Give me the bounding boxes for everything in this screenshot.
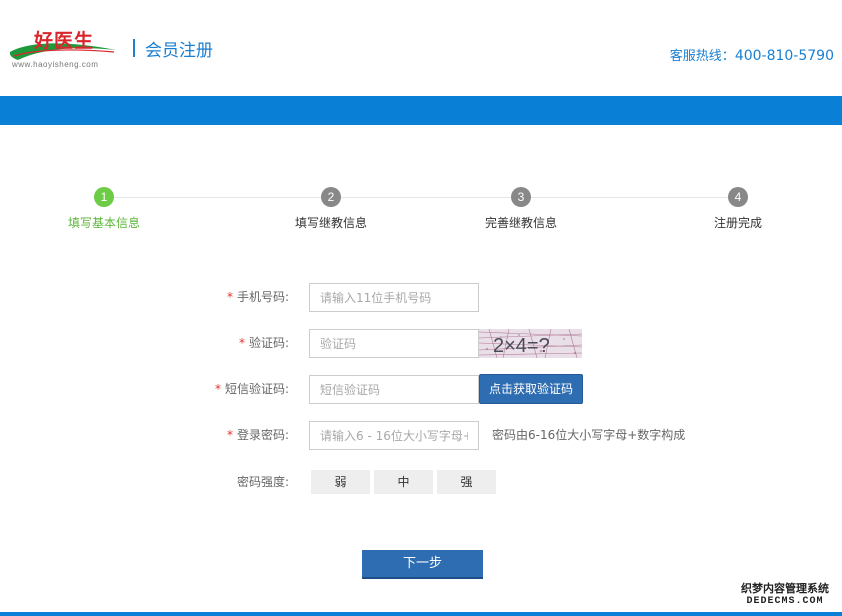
step-1: 1 填写基本信息 bbox=[44, 187, 164, 231]
hotline: 客服热线：400-810-5790 bbox=[670, 45, 834, 64]
sms-label: * 短信验证码: bbox=[214, 382, 289, 396]
captcha-image[interactable]: 2×4=? bbox=[479, 329, 582, 358]
phone-label: * 手机号码: bbox=[226, 290, 289, 304]
page-title: 会员注册 bbox=[145, 41, 213, 61]
step-number: 2 bbox=[321, 187, 341, 207]
footer-bar bbox=[0, 612, 842, 616]
required-mark: * bbox=[226, 428, 233, 442]
step-number: 3 bbox=[511, 187, 531, 207]
step-line bbox=[104, 197, 738, 198]
watermark-line1: 织梦内容管理系统 bbox=[734, 580, 836, 596]
get-sms-code-button[interactable]: 点击获取验证码 bbox=[479, 374, 583, 404]
captcha-row: *验证码: 2×4=? bbox=[0, 329, 842, 359]
required-mark: * bbox=[226, 290, 233, 304]
next-step-button[interactable]: 下一步 bbox=[362, 550, 483, 579]
step-label: 填写基本信息 bbox=[67, 216, 140, 230]
logo-text: 好医生 bbox=[34, 30, 95, 52]
header-divider bbox=[133, 39, 135, 57]
nav-bar bbox=[0, 96, 842, 125]
strength-strong: 强 bbox=[437, 470, 496, 494]
required-mark: * bbox=[238, 336, 245, 350]
password-input[interactable] bbox=[309, 421, 479, 450]
step-2: 2 填写继教信息 bbox=[271, 187, 391, 231]
phone-row: * 手机号码: bbox=[0, 283, 842, 313]
phone-input[interactable] bbox=[309, 283, 479, 312]
step-4: 4 注册完成 bbox=[678, 187, 798, 231]
strength-medium: 中 bbox=[374, 470, 433, 494]
step-progress: 1 填写基本信息 2 填写继教信息 3 完善继教信息 4 注册完成 bbox=[0, 185, 842, 235]
watermark: 织梦内容管理系统 DEDECMS.COM bbox=[734, 580, 836, 607]
sms-code-input[interactable] bbox=[309, 375, 479, 404]
strength-label: 密码强度: bbox=[236, 475, 289, 489]
logo-url: www.haoyisheng.com bbox=[12, 60, 99, 69]
step-number: 1 bbox=[94, 187, 114, 207]
captcha-text: 2×4=? bbox=[493, 335, 550, 357]
header: 好医生 www.haoyisheng.com 会员注册 客服热线：400-810… bbox=[0, 0, 842, 96]
captcha-noise: 2×4=? bbox=[479, 329, 582, 358]
step-3: 3 完善继教信息 bbox=[461, 187, 581, 231]
required-mark: * bbox=[214, 382, 221, 396]
hotline-number: 400-810-5790 bbox=[734, 48, 834, 64]
password-hint: 密码由6-16位大小写字母+数字构成 bbox=[492, 428, 686, 442]
watermark-line2: DEDECMS.COM bbox=[746, 596, 824, 607]
step-label: 填写继教信息 bbox=[294, 216, 367, 230]
strength-weak: 弱 bbox=[311, 470, 370, 494]
sms-row: *短信验证码: 点击获取验证码 bbox=[0, 374, 842, 405]
password-row: * 登录密码: 密码由6-16位大小写字母+数字构成 bbox=[0, 421, 842, 451]
logo[interactable]: 好医生 www.haoyisheng.com bbox=[8, 26, 118, 72]
strength-row: 密码强度: 弱 中 强 bbox=[0, 468, 842, 498]
password-label: * 登录密码: bbox=[226, 428, 289, 442]
captcha-label: * 验证码: bbox=[238, 336, 289, 350]
step-number: 4 bbox=[728, 187, 748, 207]
step-label: 完善继教信息 bbox=[484, 216, 557, 230]
captcha-input[interactable] bbox=[309, 329, 479, 358]
step-label: 注册完成 bbox=[713, 216, 762, 230]
hotline-label: 客服热线： bbox=[669, 49, 735, 64]
